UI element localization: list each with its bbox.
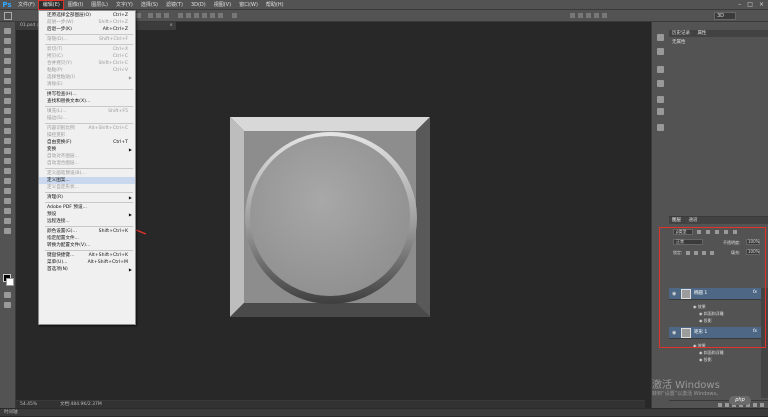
menu-separator [45, 89, 133, 90]
menu-item-label: 合并拷贝(Y) [47, 61, 72, 66]
menu-item-label: 自动对齐图层... [47, 154, 79, 159]
edit-menu-item[interactable]: 转换为配置文件(V)... [39, 242, 135, 249]
edit-menu-item[interactable]: 操控变形 [39, 132, 135, 139]
edit-menu-item[interactable]: 剪切(T) Ctrl+X [39, 46, 135, 53]
menu-item-label: 内容识别比例 [47, 126, 75, 131]
menu-item-label: 菜单(U)... [47, 260, 68, 265]
edit-menu-item[interactable]: 前进一步(W) Shift+Ctrl+Z [39, 19, 135, 26]
menu-separator [45, 202, 133, 203]
edit-menu-item[interactable]: 定义画笔预设(B)... [39, 170, 135, 177]
edit-menu-item[interactable]: 定义图案... [39, 177, 135, 184]
edit-menu-item[interactable]: Adobe PDF 预设... [39, 204, 135, 211]
menu-item-label: 还原选择全部图层(O) [47, 13, 91, 18]
edit-menu-item[interactable]: 指定配置文件... [39, 235, 135, 242]
edit-menu-item[interactable]: 内容识别比例 Alt+Shift+Ctrl+C [39, 125, 135, 132]
menu-item-label: 剪切(T) [47, 47, 63, 52]
menu-item-label: 前进一步(W) [47, 20, 74, 25]
menu-item-label: 首选项(N) [47, 267, 68, 272]
edit-menu-item[interactable]: 远程连接... [39, 218, 135, 225]
menu-separator [45, 250, 133, 251]
php-badge: php [729, 396, 751, 405]
edit-menu-item[interactable]: 后退一步(K) Alt+Ctrl+Z [39, 26, 135, 33]
edit-menu-item[interactable]: 渐隐(D)... Shift+Ctrl+F [39, 36, 135, 43]
menu-item-label: 预设 [47, 212, 57, 217]
menu-item-shortcut: Alt+Shift+Ctrl+K [88, 253, 128, 258]
submenu-arrow-icon: ▶ [128, 147, 132, 152]
menu-item-label: 定义自定形状... [47, 185, 79, 190]
edit-menu-item[interactable]: 清理(R) ▶ [39, 194, 135, 201]
menu-item-label: 远程连接... [47, 219, 70, 224]
menu-item-label: 定义画笔预设(B)... [47, 171, 86, 176]
menu-item-shortcut: Shift+Ctrl+Z [98, 20, 128, 25]
edit-menu-item[interactable]: 选择性粘贴(I) ▶ [39, 74, 135, 81]
edit-menu-item[interactable]: 拼写检查(H)... [39, 91, 135, 98]
menu-separator [45, 168, 133, 169]
edit-menu-item[interactable]: 自动对齐图层... [39, 153, 135, 160]
menu-item-shortcut: Alt+Ctrl+Z [102, 27, 128, 32]
menu-item-label: 描边(S)... [47, 116, 68, 121]
submenu-arrow-icon: ▶ [128, 195, 132, 200]
submenu-arrow-icon: ▶ [128, 75, 132, 80]
menu-item-label: 变换 [47, 147, 57, 152]
menu-item-shortcut: Ctrl+V [112, 68, 128, 73]
edit-menu-item[interactable]: 定义自定形状... [39, 184, 135, 191]
menu-item-shortcut: Alt+Shift+Ctrl+C [88, 126, 128, 131]
edit-menu-item[interactable]: 描边(S)... [39, 115, 135, 122]
menu-separator [45, 106, 133, 107]
menu-item-label: 自由变换(F) [47, 140, 72, 145]
menu-separator [45, 44, 133, 45]
activation-watermark: 激活 Windows [652, 380, 720, 391]
edit-menu-item[interactable]: 查找和替换文本(X)... [39, 98, 135, 105]
menu-item-label: Adobe PDF 预设... [47, 205, 87, 210]
edit-menu-item[interactable]: 清除(E) [39, 81, 135, 88]
edit-menu-item[interactable]: 拷贝(C) Ctrl+C [39, 53, 135, 60]
menu-item-shortcut: Ctrl+Z [112, 13, 128, 18]
menu-item-label: 后退一步(K) [47, 27, 72, 32]
menu-item-label: 拷贝(C) [47, 54, 63, 59]
edit-menu-item[interactable]: 粘贴(P) Ctrl+V [39, 67, 135, 74]
submenu-arrow-icon: ▶ [128, 267, 132, 272]
menu-item-shortcut: Ctrl+T [113, 140, 128, 145]
edit-menu-item[interactable]: 颜色设置(G)... Shift+Ctrl+K [39, 228, 135, 235]
edit-menu-dropdown: 还原选择全部图层(O) Ctrl+Z 前进一步(W) Shift+Ctrl+Z 后退一步… [38, 10, 136, 325]
menu-item-shortcut: Ctrl+X [112, 47, 128, 52]
edit-menu-item[interactable]: 预设 ▶ [39, 211, 135, 218]
edit-menu-item[interactable]: 填充(L)... Shift+F5 [39, 108, 135, 115]
edit-menu-item[interactable]: 菜单(U)... Alt+Shift+Ctrl+M [39, 259, 135, 266]
menu-item-shortcut: Shift+F5 [108, 109, 128, 114]
activation-watermark-sub: 转到“设置”以激活 Windows。 [652, 391, 722, 397]
menu-item-shortcut: Shift+Ctrl+C [98, 61, 128, 66]
edit-menu-item[interactable]: 变换 ▶ [39, 146, 135, 153]
menu-item-label: 操控变形 [47, 133, 66, 138]
menu-item-shortcut: Shift+Ctrl+F [99, 37, 128, 42]
menu-item-label: 查找和替换文本(X)... [47, 99, 91, 104]
menu-item-label: 指定配置文件... [47, 236, 79, 241]
edit-menu-item[interactable]: 键盘快捷键... Alt+Shift+Ctrl+K [39, 252, 135, 259]
menu-item-label: 颜色设置(G)... [47, 229, 77, 234]
edit-menu-item[interactable]: 自由变换(F) Ctrl+T [39, 139, 135, 146]
menu-item-label: 粘贴(P) [47, 68, 63, 73]
submenu-arrow-icon: ▶ [128, 212, 132, 217]
edit-menu-item[interactable]: 合并拷贝(Y) Shift+Ctrl+C [39, 60, 135, 67]
menu-item-label: 清除(E) [47, 82, 63, 87]
menu-item-shortcut: Ctrl+C [112, 54, 128, 59]
menu-separator [45, 192, 133, 193]
menu-item-label: 自动混合图层... [47, 161, 79, 166]
menu-item-label: 选择性粘贴(I) [47, 75, 75, 80]
menu-item-label: 渐隐(D)... [47, 37, 68, 42]
menu-item-label: 填充(L)... [47, 109, 67, 114]
menu-item-label: 转换为配置文件(V)... [47, 243, 91, 248]
menu-item-shortcut: Shift+Ctrl+K [98, 229, 128, 234]
menu-separator [45, 123, 133, 124]
menu-item-shortcut: Alt+Shift+Ctrl+M [87, 260, 128, 265]
edit-menu-item[interactable]: 自动混合图层... [39, 160, 135, 167]
menu-separator [45, 34, 133, 35]
menu-item-label: 拼写检查(H)... [47, 92, 77, 97]
menu-separator [45, 226, 133, 227]
menu-item-label: 键盘快捷键... [47, 253, 75, 258]
edit-menu-item[interactable]: 还原选择全部图层(O) Ctrl+Z [39, 12, 135, 19]
menu-item-label: 清理(R) [47, 195, 63, 200]
edit-menu-item[interactable]: 首选项(N) ▶ [39, 266, 135, 273]
menu-item-label: 定义图案... [47, 178, 70, 183]
